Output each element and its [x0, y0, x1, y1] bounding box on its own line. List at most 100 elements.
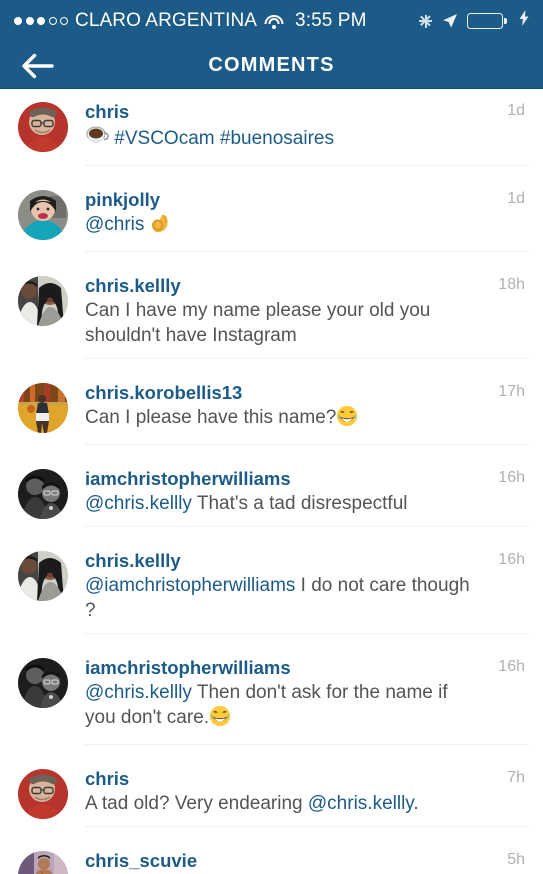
comment-divider-wrap: chris #VSCOcam #buenosaires: [85, 100, 529, 166]
comment-divider-wrap: iamchristopherwilliams @chris.kellly That…: [85, 467, 529, 527]
comment-mention[interactable]: @chris.kellly.: [308, 793, 419, 814]
comment-plain-text: Can I please have this name?: [85, 407, 337, 428]
brightness-icon: [418, 14, 433, 29]
joy-emoji: [336, 405, 358, 434]
comments-list[interactable]: chris #VSCOcam #buenosaires 1d pinkjolly @…: [0, 89, 543, 874]
comment-timestamp: 16h: [498, 469, 525, 486]
lightning-bolt-icon: [519, 10, 529, 32]
back-arrow-icon: [21, 53, 55, 79]
comment-item[interactable]: pinkjolly @chris 1d: [0, 177, 543, 263]
avatar-wrapper: [18, 188, 68, 263]
comment-hashtag[interactable]: #VSCOcam: [114, 128, 214, 149]
comment-divider-wrap: iamchristopherwilliams @chris.kellly Then…: [85, 656, 529, 745]
comment-item[interactable]: chris.korobellis13 Can I please have this…: [0, 370, 543, 456]
comment-item[interactable]: iamchristopherwilliams @chris.kellly Then…: [0, 645, 543, 756]
comment-item[interactable]: chris #VSCOcam #buenosaires 1d: [0, 89, 543, 177]
comment-item[interactable]: chris.kellly Can I have my name please yo…: [0, 263, 543, 370]
comment-body: chris.kellly Can I have my name please yo…: [68, 274, 531, 370]
avatar-iamchristopherwilliams[interactable]: [18, 658, 68, 708]
comment-username[interactable]: chris_scuvie: [85, 849, 197, 872]
avatar-chris-kellly[interactable]: [18, 551, 68, 601]
avatar-wrapper: [18, 381, 68, 456]
comment-username-row: chris.korobellis13: [85, 381, 529, 404]
comment-username-row: chris_scuvie: [85, 849, 529, 872]
comment-plain-text: Can I have my name please your old you s…: [85, 300, 431, 346]
comment-username-row: chris.kellly: [85, 274, 529, 297]
comment-text: Can I please have this name?: [85, 405, 529, 434]
avatar-chris-scuvie[interactable]: [18, 851, 68, 874]
comment-timestamp: 1d: [507, 190, 525, 207]
comment-text: #VSCOcam #buenosaires: [85, 124, 529, 155]
instagram-comments-screen: CLARO ARGENTINA 3:55 PM COMMENTS chris #…: [0, 0, 543, 874]
comment-timestamp: 16h: [498, 658, 525, 675]
comment-divider-wrap: chris A tad old? Very endearing @chris.ke…: [85, 767, 529, 827]
comment-item[interactable]: chris.kellly @iamchristopherwilliams I do…: [0, 538, 543, 645]
comment-divider-wrap: chris.kellly @iamchristopherwilliams I do…: [85, 549, 529, 634]
comment-divider-wrap: pinkjolly @chris: [85, 188, 529, 252]
comment-divider-wrap: chris.korobellis13 Can I please have this…: [85, 381, 529, 445]
avatar-wrapper: [18, 656, 68, 756]
back-button[interactable]: [0, 42, 76, 89]
comment-mention[interactable]: @chris: [85, 214, 144, 235]
comment-body: pinkjolly @chris: [68, 188, 531, 263]
comment-body: chris A tad old? Very endearing @chris.ke…: [68, 767, 531, 838]
comment-timestamp: 18h: [498, 276, 525, 293]
comment-text: @chris.kellly That's a tad disrespectful: [85, 491, 529, 516]
avatar-wrapper: [18, 549, 68, 645]
status-bar-clock: 3:55 PM: [295, 10, 367, 31]
comment-hashtag[interactable]: #buenosaires: [220, 128, 334, 149]
comment-username-row: pinkjolly: [85, 188, 529, 211]
comment-body: chris.kellly @iamchristopherwilliams I do…: [68, 549, 531, 645]
carrier-name: CLARO ARGENTINA: [75, 10, 258, 31]
comment-username-row: chris.kellly: [85, 549, 529, 572]
comment-item[interactable]: chris A tad old? Very endearing @chris.ke…: [0, 756, 543, 838]
comment-timestamp: 7h: [507, 769, 525, 786]
avatar-wrapper: [18, 849, 68, 874]
comment-timestamp: 16h: [498, 551, 525, 568]
avatar-chris-kellly[interactable]: [18, 276, 68, 326]
comment-username-row: chris: [85, 767, 529, 790]
comment-text: @chris: [85, 212, 529, 241]
navigation-bar: COMMENTS: [0, 42, 543, 89]
comment-body: chris_scuvie@chris il buy my name: [68, 849, 531, 874]
avatar-chris-korobellis13[interactable]: [18, 383, 68, 433]
comment-username-row: iamchristopherwilliams: [85, 656, 529, 679]
comment-username-row: iamchristopherwilliams: [85, 467, 529, 490]
avatar-iamchristopherwilliams[interactable]: [18, 469, 68, 519]
avatar-chris[interactable]: [18, 102, 68, 152]
comment-mention[interactable]: @chris.kellly: [85, 493, 192, 514]
comment-timestamp: 5h: [507, 851, 525, 868]
comment-username[interactable]: chris.kellly: [85, 549, 181, 572]
signal-strength-icon: [14, 17, 68, 25]
comment-username[interactable]: iamchristopherwilliams: [85, 467, 291, 490]
avatar-pinkjolly[interactable]: [18, 190, 68, 240]
comment-username[interactable]: iamchristopherwilliams: [85, 656, 291, 679]
comment-item[interactable]: iamchristopherwilliams @chris.kellly That…: [0, 456, 543, 538]
ok-hand-emoji: [150, 212, 172, 241]
comment-body: chris.korobellis13 Can I please have this…: [68, 381, 531, 456]
comment-mention[interactable]: @iamchristopherwilliams: [85, 575, 295, 596]
comment-username[interactable]: chris: [85, 100, 129, 123]
comment-text: @chris.kellly Then don't ask for the nam…: [85, 680, 529, 734]
page-title: COMMENTS: [208, 53, 335, 76]
avatar-wrapper: [18, 467, 68, 538]
comment-divider-wrap: chris_scuvie@chris il buy my name: [85, 849, 529, 874]
comment-body: iamchristopherwilliams @chris.kellly That…: [68, 467, 531, 538]
avatar-chris[interactable]: [18, 769, 68, 819]
comment-plain-text: That's a tad disrespectful: [191, 493, 408, 514]
comment-body: iamchristopherwilliams @chris.kellly Then…: [68, 656, 531, 756]
comment-timestamp: 17h: [498, 383, 525, 400]
comment-username[interactable]: pinkjolly: [85, 188, 160, 211]
comment-divider-wrap: chris.kellly Can I have my name please yo…: [85, 274, 529, 359]
avatar-wrapper: [18, 100, 68, 177]
comment-username[interactable]: chris.korobellis13: [85, 381, 242, 404]
comment-username[interactable]: chris.kellly: [85, 274, 181, 297]
comment-username[interactable]: chris: [85, 767, 129, 790]
joy-emoji: [209, 705, 231, 734]
comment-item[interactable]: chris_scuvie@chris il buy my name5h: [0, 838, 543, 874]
comment-mention[interactable]: @chris.kellly: [85, 682, 192, 703]
location-arrow-icon: [442, 13, 458, 29]
comment-text: Can I have my name please your old you s…: [85, 298, 529, 348]
comment-text: A tad old? Very endearing @chris.kellly.: [85, 791, 529, 816]
avatar-wrapper: [18, 274, 68, 370]
